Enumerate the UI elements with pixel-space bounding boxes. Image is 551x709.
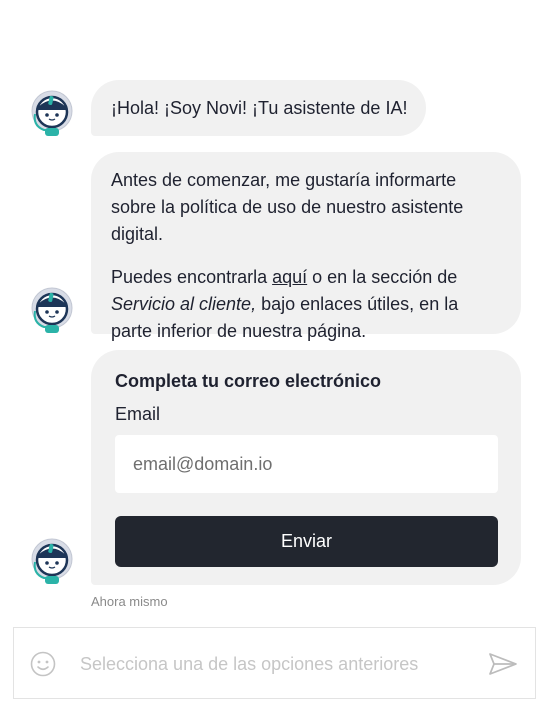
- send-email-button[interactable]: Enviar: [115, 516, 498, 567]
- smiley-icon[interactable]: [30, 651, 56, 677]
- robot-avatar-icon: [31, 90, 73, 136]
- policy-location-paragraph: Puedes encontrarla aquí o en la sección …: [111, 264, 501, 345]
- message-composer: [13, 627, 536, 699]
- email-form-card: Completa tu correo electrónico Email Env…: [91, 350, 521, 585]
- robot-avatar-icon: [31, 538, 73, 584]
- policy-text-middle: o en la sección de: [307, 267, 458, 287]
- message-timestamp: Ahora mismo: [91, 594, 168, 609]
- policy-paragraph: Antes de comenzar, me gustaría informart…: [111, 170, 464, 244]
- greeting-text: ¡Hola! ¡Soy Novi! ¡Tu asistente de IA!: [111, 98, 408, 118]
- bot-message-greeting: ¡Hola! ¡Soy Novi! ¡Tu asistente de IA!: [91, 80, 427, 136]
- message-input[interactable]: [80, 648, 480, 680]
- customer-service-section: Servicio al cliente,: [111, 294, 257, 314]
- robot-avatar-icon: [31, 287, 73, 333]
- bot-message-policy: Antes de comenzar, me gustaría informart…: [91, 152, 521, 341]
- policy-text-before: Puedes encontrarla: [111, 267, 273, 287]
- email-label: Email: [115, 404, 161, 424]
- policy-link[interactable]: aquí: [272, 267, 307, 287]
- email-field[interactable]: [115, 435, 498, 493]
- form-title: Completa tu correo electrónico: [115, 371, 382, 391]
- send-icon[interactable]: [488, 652, 518, 676]
